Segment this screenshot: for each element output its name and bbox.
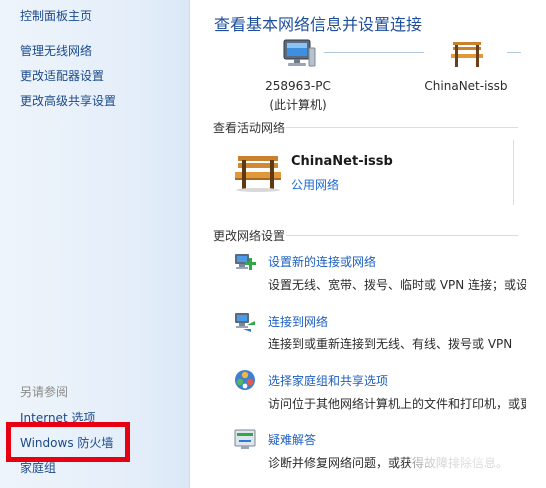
section-divider <box>286 127 518 128</box>
homegroup-sharing-link[interactable]: 选择家庭组和共享选项 <box>268 372 388 389</box>
network-bench-icon <box>233 152 283 195</box>
computer-icon[interactable] <box>281 38 317 73</box>
computer-sub-label: (此计算机) <box>269 98 327 112</box>
connect-network-icon[interactable] <box>233 309 257 333</box>
connect-to-network-desc: 连接到或重新连接到无线、有线、拨号或 VPN <box>268 337 513 351</box>
main-content: 查看基本网络信息并设置连接 258963-PC (此计算机) ChinaNet-… <box>191 0 546 488</box>
homegroup-sharing-desc: 访问位于其他网络计算机上的文件和打印机，或更 <box>268 397 526 411</box>
see-also-header: 另请参阅 <box>20 385 69 399</box>
vertical-divider <box>513 140 514 205</box>
network-bench-icon[interactable] <box>449 40 485 73</box>
new-connection-icon[interactable] <box>233 250 257 274</box>
setup-new-connection-link[interactable]: 设置新的连接或网络 <box>268 253 376 270</box>
section-divider <box>286 235 518 236</box>
setup-new-connection-desc: 设置无线、宽带、拨号、临时或 VPN 连接；或设 <box>268 278 526 292</box>
change-adapter-settings-link[interactable]: 更改适配器设置 <box>20 67 104 84</box>
active-network-name: ChinaNet-issb <box>291 154 393 169</box>
left-navigation-pane: 控制面板主页 管理无线网络 更改适配器设置 更改高级共享设置 另请参阅 Inte… <box>0 0 190 488</box>
computer-name: 258963-PC <box>265 79 331 93</box>
connect-to-network-link[interactable]: 连接到网络 <box>268 313 328 330</box>
control-panel-home-link[interactable]: 控制面板主页 <box>20 7 92 24</box>
homegroup-sharing-icon[interactable] <box>233 368 257 392</box>
active-networks-header: 查看活动网络 <box>213 121 286 135</box>
map-connection-line <box>324 52 424 53</box>
change-advanced-sharing-link[interactable]: 更改高级共享设置 <box>20 92 116 109</box>
change-settings-header: 更改网络设置 <box>213 229 286 243</box>
watermark-overlay <box>410 430 540 478</box>
network-map-name: ChinaNet-issb <box>424 79 508 93</box>
troubleshoot-link[interactable]: 疑难解答 <box>268 431 316 448</box>
network-type-link[interactable]: 公用网络 <box>291 176 339 193</box>
manage-wireless-networks-link[interactable]: 管理无线网络 <box>20 42 92 59</box>
troubleshoot-icon[interactable] <box>233 427 257 451</box>
map-internet-line <box>507 52 521 53</box>
page-title: 查看基本网络信息并设置连接 <box>214 15 423 34</box>
highlight-annotation-box <box>6 422 130 462</box>
